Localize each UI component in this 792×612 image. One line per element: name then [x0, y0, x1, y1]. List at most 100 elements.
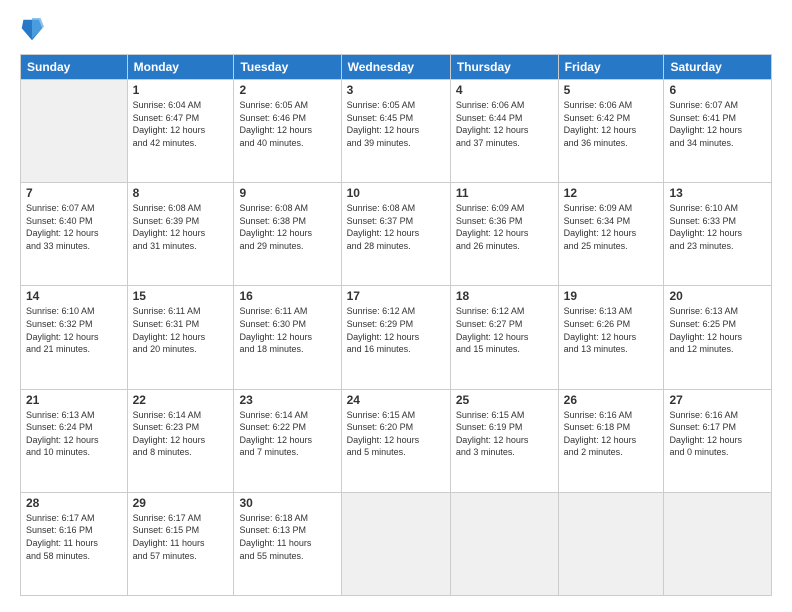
day-number: 19 — [564, 289, 659, 303]
calendar-cell: 21Sunrise: 6:13 AM Sunset: 6:24 PM Dayli… — [21, 389, 128, 492]
day-info: Sunrise: 6:15 AM Sunset: 6:19 PM Dayligh… — [456, 409, 553, 459]
calendar-cell: 10 Sunrise: 6:08 AM Sunset: 6:37 PM Dayli… — [341, 183, 450, 286]
col-header-friday: Friday — [558, 55, 664, 80]
calendar-cell: 29Sunrise: 6:17 AM Sunset: 6:15 PM Dayli… — [127, 492, 234, 595]
col-header-wednesday: Wednesday — [341, 55, 450, 80]
calendar-cell: 11 Sunrise: 6:09 AM Sunset: 6:36 PM Dayli… — [450, 183, 558, 286]
day-info: Sunrise: 6:14 AM Sunset: 6:23 PM Dayligh… — [133, 409, 229, 459]
calendar-cell: 8 Sunrise: 6:08 AM Sunset: 6:39 PM Daylig… — [127, 183, 234, 286]
calendar-cell: 23 Sunrise: 6:14 AM Sunset: 6:22 PM Dayli… — [234, 389, 341, 492]
calendar-cell: 9 Sunrise: 6:08 AM Sunset: 6:38 PM Daylig… — [234, 183, 341, 286]
calendar-cell: 16Sunrise: 6:11 AM Sunset: 6:30 PM Dayli… — [234, 286, 341, 389]
calendar-week-0: 1 Sunrise: 6:04 AM Sunset: 6:47 PM Daylig… — [21, 80, 772, 183]
col-header-thursday: Thursday — [450, 55, 558, 80]
day-info: Sunrise: 6:10 AM Sunset: 6:33 PM Dayligh… — [669, 202, 766, 252]
day-info: Sunrise: 6:04 AM Sunset: 6:47 PM Dayligh… — [133, 99, 229, 149]
day-number: 7 — [26, 186, 122, 200]
calendar-cell: 17 Sunrise: 6:12 AM Sunset: 6:29 PM Dayli… — [341, 286, 450, 389]
calendar-cell — [21, 80, 128, 183]
day-number: 20 — [669, 289, 766, 303]
day-info: Sunrise: 6:18 AM Sunset: 6:13 PM Dayligh… — [239, 512, 335, 562]
day-number: 3 — [347, 83, 445, 97]
calendar-cell: 14 Sunrise: 6:10 AM Sunset: 6:32 PM Dayli… — [21, 286, 128, 389]
day-number: 8 — [133, 186, 229, 200]
day-number: 18 — [456, 289, 553, 303]
day-info: Sunrise: 6:16 AM Sunset: 6:17 PM Dayligh… — [669, 409, 766, 459]
day-number: 9 — [239, 186, 335, 200]
day-info: Sunrise: 6:16 AM Sunset: 6:18 PM Dayligh… — [564, 409, 659, 459]
logo-icon — [20, 16, 44, 44]
calendar-cell — [341, 492, 450, 595]
calendar-cell: 26 Sunrise: 6:16 AM Sunset: 6:18 PM Dayli… — [558, 389, 664, 492]
calendar-week-4: 28 Sunrise: 6:17 AM Sunset: 6:16 PM Dayli… — [21, 492, 772, 595]
calendar-cell: 12 Sunrise: 6:09 AM Sunset: 6:34 PM Dayli… — [558, 183, 664, 286]
day-info: Sunrise: 6:06 AM Sunset: 6:44 PM Dayligh… — [456, 99, 553, 149]
day-number: 27 — [669, 393, 766, 407]
day-number: 1 — [133, 83, 229, 97]
day-number: 12 — [564, 186, 659, 200]
day-info: Sunrise: 6:17 AM Sunset: 6:16 PM Dayligh… — [26, 512, 122, 562]
day-number: 30 — [239, 496, 335, 510]
day-info: Sunrise: 6:08 AM Sunset: 6:38 PM Dayligh… — [239, 202, 335, 252]
day-number: 14 — [26, 289, 122, 303]
calendar-cell: 7 Sunrise: 6:07 AM Sunset: 6:40 PM Daylig… — [21, 183, 128, 286]
day-info: Sunrise: 6:09 AM Sunset: 6:34 PM Dayligh… — [564, 202, 659, 252]
day-info: Sunrise: 6:05 AM Sunset: 6:45 PM Dayligh… — [347, 99, 445, 149]
day-number: 2 — [239, 83, 335, 97]
day-info: Sunrise: 6:11 AM Sunset: 6:31 PM Dayligh… — [133, 305, 229, 355]
calendar-cell: 20 Sunrise: 6:13 AM Sunset: 6:25 PM Dayli… — [664, 286, 772, 389]
day-number: 13 — [669, 186, 766, 200]
day-info: Sunrise: 6:13 AM Sunset: 6:25 PM Dayligh… — [669, 305, 766, 355]
calendar-cell: 5Sunrise: 6:06 AM Sunset: 6:42 PM Daylig… — [558, 80, 664, 183]
day-info: Sunrise: 6:10 AM Sunset: 6:32 PM Dayligh… — [26, 305, 122, 355]
day-number: 4 — [456, 83, 553, 97]
calendar-week-3: 21Sunrise: 6:13 AM Sunset: 6:24 PM Dayli… — [21, 389, 772, 492]
day-info: Sunrise: 6:14 AM Sunset: 6:22 PM Dayligh… — [239, 409, 335, 459]
calendar-cell: 13 Sunrise: 6:10 AM Sunset: 6:33 PM Dayli… — [664, 183, 772, 286]
col-header-sunday: Sunday — [21, 55, 128, 80]
calendar-cell: 27 Sunrise: 6:16 AM Sunset: 6:17 PM Dayli… — [664, 389, 772, 492]
day-number: 28 — [26, 496, 122, 510]
day-number: 25 — [456, 393, 553, 407]
day-number: 23 — [239, 393, 335, 407]
calendar-cell: 22 Sunrise: 6:14 AM Sunset: 6:23 PM Dayli… — [127, 389, 234, 492]
day-number: 6 — [669, 83, 766, 97]
calendar-week-1: 7 Sunrise: 6:07 AM Sunset: 6:40 PM Daylig… — [21, 183, 772, 286]
logo — [20, 16, 48, 44]
calendar-table: SundayMondayTuesdayWednesdayThursdayFrid… — [20, 54, 772, 596]
page-header — [20, 16, 772, 44]
calendar-cell: 30 Sunrise: 6:18 AM Sunset: 6:13 PM Dayli… — [234, 492, 341, 595]
calendar-cell: 2 Sunrise: 6:05 AM Sunset: 6:46 PM Daylig… — [234, 80, 341, 183]
day-number: 10 — [347, 186, 445, 200]
day-info: Sunrise: 6:05 AM Sunset: 6:46 PM Dayligh… — [239, 99, 335, 149]
day-info: Sunrise: 6:08 AM Sunset: 6:39 PM Dayligh… — [133, 202, 229, 252]
day-info: Sunrise: 6:07 AM Sunset: 6:41 PM Dayligh… — [669, 99, 766, 149]
day-info: Sunrise: 6:11 AM Sunset: 6:30 PM Dayligh… — [239, 305, 335, 355]
calendar-cell — [450, 492, 558, 595]
col-header-monday: Monday — [127, 55, 234, 80]
calendar-cell: 25 Sunrise: 6:15 AM Sunset: 6:19 PM Dayli… — [450, 389, 558, 492]
day-info: Sunrise: 6:13 AM Sunset: 6:24 PM Dayligh… — [26, 409, 122, 459]
calendar-cell: 4 Sunrise: 6:06 AM Sunset: 6:44 PM Daylig… — [450, 80, 558, 183]
calendar-cell: 6 Sunrise: 6:07 AM Sunset: 6:41 PM Daylig… — [664, 80, 772, 183]
day-number: 5 — [564, 83, 659, 97]
day-info: Sunrise: 6:17 AM Sunset: 6:15 PM Dayligh… — [133, 512, 229, 562]
day-info: Sunrise: 6:12 AM Sunset: 6:27 PM Dayligh… — [456, 305, 553, 355]
day-info: Sunrise: 6:15 AM Sunset: 6:20 PM Dayligh… — [347, 409, 445, 459]
day-info: Sunrise: 6:09 AM Sunset: 6:36 PM Dayligh… — [456, 202, 553, 252]
day-number: 11 — [456, 186, 553, 200]
day-info: Sunrise: 6:07 AM Sunset: 6:40 PM Dayligh… — [26, 202, 122, 252]
calendar-cell: 3 Sunrise: 6:05 AM Sunset: 6:45 PM Daylig… — [341, 80, 450, 183]
calendar-cell — [558, 492, 664, 595]
day-info: Sunrise: 6:12 AM Sunset: 6:29 PM Dayligh… — [347, 305, 445, 355]
calendar-cell: 15Sunrise: 6:11 AM Sunset: 6:31 PM Dayli… — [127, 286, 234, 389]
day-number: 24 — [347, 393, 445, 407]
calendar-cell: 18 Sunrise: 6:12 AM Sunset: 6:27 PM Dayli… — [450, 286, 558, 389]
day-info: Sunrise: 6:08 AM Sunset: 6:37 PM Dayligh… — [347, 202, 445, 252]
day-number: 17 — [347, 289, 445, 303]
calendar-cell: 19Sunrise: 6:13 AM Sunset: 6:26 PM Dayli… — [558, 286, 664, 389]
calendar-cell: 24 Sunrise: 6:15 AM Sunset: 6:20 PM Dayli… — [341, 389, 450, 492]
day-number: 26 — [564, 393, 659, 407]
calendar-week-2: 14 Sunrise: 6:10 AM Sunset: 6:32 PM Dayli… — [21, 286, 772, 389]
day-number: 22 — [133, 393, 229, 407]
